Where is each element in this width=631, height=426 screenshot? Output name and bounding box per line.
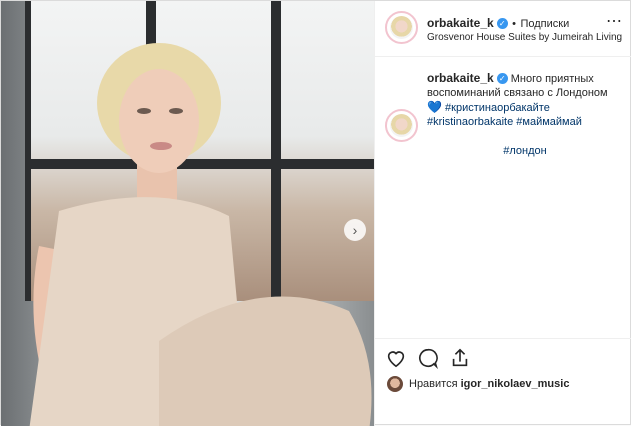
likes-summary: Нравится igor_nikolaev_music [387, 376, 569, 392]
hashtag-link[interactable]: #лондон [503, 145, 546, 157]
liker-username[interactable]: igor_nikolaev_music [461, 378, 570, 390]
verified-badge-icon: ✓ [496, 73, 508, 84]
liker-avatar[interactable] [387, 376, 403, 392]
next-photo-button[interactable]: › [344, 219, 366, 241]
comment-bubble-icon[interactable] [417, 347, 439, 370]
author-avatar[interactable] [385, 11, 418, 44]
author-username[interactable]: orbakaite_k [427, 16, 494, 30]
caption-username[interactable]: orbakaite_k [427, 71, 494, 85]
verified-badge-icon: ✓ [496, 18, 508, 29]
post-header: orbakaite_k ✓ • Подписки Grosvenor House … [375, 1, 631, 57]
follow-separator: • [512, 18, 517, 30]
instagram-post: › orbakaite_k ✓ • Подписки Grosvenor Hous… [0, 0, 631, 426]
chevron-right-icon: › [352, 222, 358, 238]
hashtag-link[interactable]: #маймаймай [516, 116, 582, 128]
more-options-icon[interactable]: ⋯ [606, 11, 623, 31]
avatar-image [390, 16, 413, 39]
header-title-row: orbakaite_k ✓ • Подписки [427, 14, 569, 32]
caption-hashtag-row: #лондон [427, 144, 623, 158]
hashtag-link[interactable]: #кристинаорбакайте [445, 102, 550, 114]
woman-figure [29, 43, 372, 426]
share-icon[interactable] [449, 347, 471, 369]
likes-prefix: Нравится [409, 378, 458, 390]
following-button[interactable]: Подписки [520, 18, 569, 30]
avatar-image [390, 114, 413, 137]
post-sidebar: orbakaite_k ✓ • Подписки Grosvenor House … [374, 1, 631, 426]
hashtag-link[interactable]: #kristinaorbakaite [427, 116, 513, 128]
caption-author-avatar[interactable] [385, 109, 418, 142]
post-actions [385, 347, 471, 370]
post-caption: orbakaite_k ✓ Много приятных воспоминаний… [427, 71, 623, 158]
blue-heart-icon: 💙 [427, 100, 442, 114]
post-location[interactable]: Grosvenor House Suites by Jumeirah Livin… [427, 32, 622, 43]
post-photo[interactable]: › [1, 1, 374, 426]
like-heart-icon[interactable] [385, 347, 407, 369]
divider [375, 338, 631, 339]
